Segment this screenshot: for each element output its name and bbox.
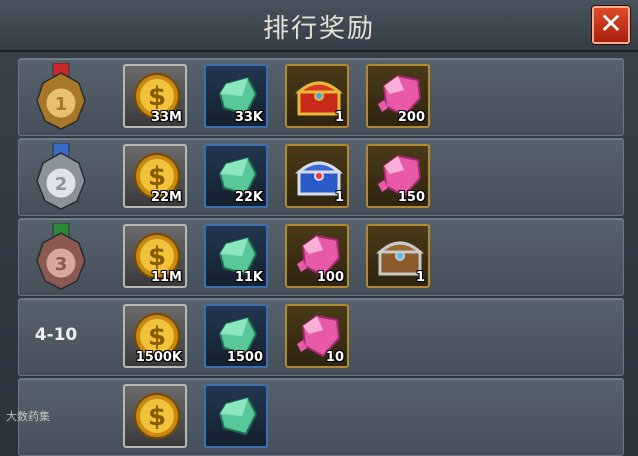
reward-item-gold-coin[interactable]: $11M bbox=[123, 224, 187, 288]
close-icon: ✕ bbox=[599, 7, 623, 40]
reward-item-green-crystal[interactable]: 11K bbox=[204, 224, 268, 288]
item-quantity: 10 bbox=[325, 350, 344, 365]
window-title: 排行奖励 bbox=[262, 14, 375, 44]
reward-item-pink-diamond[interactable]: 100 bbox=[285, 224, 349, 288]
item-quantity: 11K bbox=[234, 270, 263, 285]
item-quantity: 1 bbox=[415, 270, 425, 285]
rank-label: 4-10 bbox=[34, 325, 78, 345]
reward-item-green-crystal[interactable]: 33K bbox=[204, 64, 268, 128]
reward-item-green-crystal[interactable] bbox=[204, 384, 268, 448]
green-crystal-icon bbox=[218, 396, 258, 436]
item-quantity: 22M bbox=[150, 190, 182, 205]
reward-item-pink-diamond[interactable]: 200 bbox=[366, 64, 430, 128]
reward-item-green-crystal[interactable]: 1500 bbox=[204, 304, 268, 368]
reward-item-gold-coin[interactable]: $22M bbox=[123, 144, 187, 208]
reward-item-gold-coin[interactable]: $1500K bbox=[123, 304, 187, 368]
svg-text:$: $ bbox=[148, 82, 166, 112]
item-quantity: 1 bbox=[334, 190, 344, 205]
gold-coin-icon: $ bbox=[134, 393, 180, 439]
svg-text:$: $ bbox=[148, 322, 166, 352]
item-quantity: 1 bbox=[334, 110, 344, 125]
svg-text:$: $ bbox=[148, 162, 166, 192]
svg-text:1: 1 bbox=[55, 94, 68, 115]
reward-item-green-crystal[interactable]: 22K bbox=[204, 144, 268, 208]
item-quantity: 33K bbox=[234, 110, 263, 125]
watermark: 大数药集 bbox=[6, 410, 50, 423]
reward-item-pink-diamond[interactable]: 150 bbox=[366, 144, 430, 208]
silver-medal-icon: 2 bbox=[36, 143, 86, 210]
svg-text:$: $ bbox=[148, 242, 166, 272]
reward-row: 2 $22M 22K 1 150 bbox=[18, 138, 624, 216]
item-quantity: 1500K bbox=[135, 350, 182, 365]
item-quantity: 1500 bbox=[226, 350, 263, 365]
reward-item-gold-coin[interactable]: $33M bbox=[123, 64, 187, 128]
reward-row: $ bbox=[18, 378, 624, 456]
item-quantity: 33M bbox=[150, 110, 182, 125]
reward-item-pink-diamond[interactable]: 10 bbox=[285, 304, 349, 368]
svg-text:$: $ bbox=[148, 402, 166, 432]
reward-item-blue-treasure-chest[interactable]: 1 bbox=[285, 144, 349, 208]
svg-text:3: 3 bbox=[55, 254, 68, 275]
item-quantity: 100 bbox=[316, 270, 344, 285]
reward-panel: 排行奖励 ✕ 1 $33M 33K 1 200 2 $22M 22K 1 150 3 $11M 11K 1… bbox=[0, 0, 638, 456]
item-quantity: 150 bbox=[397, 190, 425, 205]
bronze-medal-icon: 3 bbox=[36, 223, 86, 290]
reward-item-wooden-treasure-chest[interactable]: 1 bbox=[366, 224, 430, 288]
close-button[interactable]: ✕ bbox=[592, 6, 630, 44]
gold-medal-icon: 1 bbox=[36, 63, 86, 130]
item-quantity: 22K bbox=[234, 190, 263, 205]
reward-item-red-treasure-chest[interactable]: 1 bbox=[285, 64, 349, 128]
title-bar: 排行奖励 ✕ bbox=[0, 0, 638, 52]
reward-item-gold-coin[interactable]: $ bbox=[123, 384, 187, 448]
reward-row: 3 $11M 11K 100 1 bbox=[18, 218, 624, 296]
svg-text:2: 2 bbox=[55, 174, 68, 195]
item-quantity: 200 bbox=[397, 110, 425, 125]
reward-row: 1 $33M 33K 1 200 bbox=[18, 58, 624, 136]
reward-row: 4-10 $1500K 1500 10 bbox=[18, 298, 624, 376]
item-quantity: 11M bbox=[150, 270, 182, 285]
